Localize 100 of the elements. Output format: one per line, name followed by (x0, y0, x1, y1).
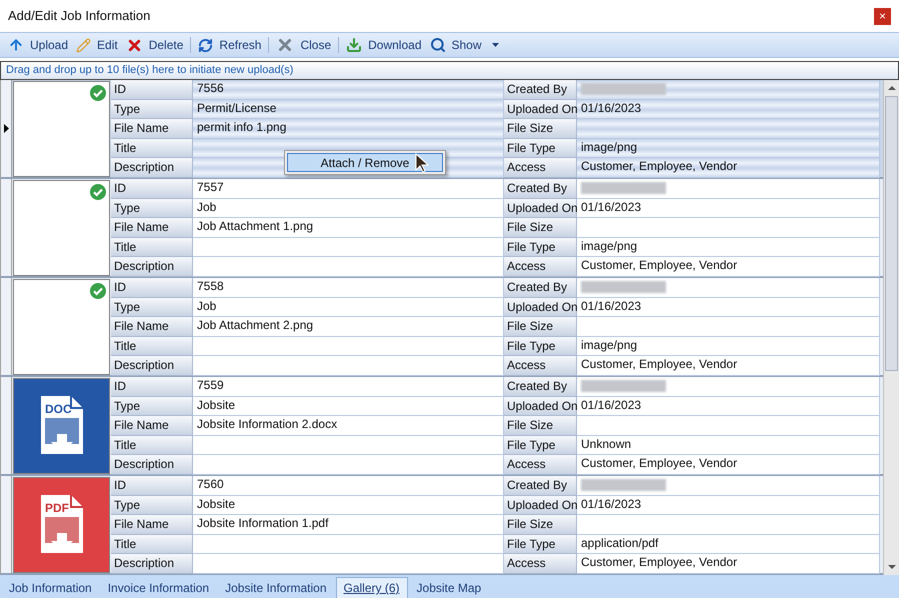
field-label: File Name (111, 515, 193, 535)
field-value: 7559 (193, 377, 504, 397)
field-value: 7557 (193, 179, 504, 199)
tab[interactable]: Gallery (6) (336, 577, 408, 598)
field-value: Jobsite Information 1.pdf (193, 515, 504, 535)
field-label: Title (111, 436, 193, 456)
window-title: Add/Edit Job Information (8, 7, 150, 26)
mouse-pointer-icon (415, 153, 429, 173)
field-value: 01/16/2023 (577, 396, 880, 416)
field-label: File Type (504, 336, 577, 356)
field-label: Title (111, 238, 193, 258)
file-type-label: DOC (45, 403, 72, 415)
x-icon (126, 36, 143, 54)
field-value: 7556 (193, 80, 504, 100)
field-label: File Name (111, 119, 193, 139)
field-value: image/png (577, 336, 880, 356)
record-row[interactable]: DOC ID 7559 Type Jobsite File Name Jobsite Information 2.docx Title Description Created By Uploaded On 01/16/2023 File Size File Type Unknown Access Customer, Employee, Vendor (1, 377, 883, 476)
field-label: Type (111, 298, 193, 318)
scrollbar[interactable] (883, 80, 899, 575)
field-label: File Size (504, 416, 577, 436)
field-label: Uploaded On (504, 396, 577, 416)
field-label: Title (111, 336, 193, 356)
field-label: File Size (504, 317, 577, 337)
toolbar-button[interactable]: Upload (4, 34, 72, 56)
tab[interactable]: Jobsite Map (410, 577, 488, 598)
field-label: File Type (504, 436, 577, 456)
toolbar-button[interactable]: Edit (72, 34, 122, 56)
field-label: Access (504, 455, 577, 475)
context-menu-item[interactable]: Attach / Remove (287, 153, 443, 172)
field-value: image/png (577, 138, 880, 158)
tab[interactable]: Job Information (2, 577, 99, 598)
row-header[interactable] (1, 80, 12, 177)
field-label: Description (111, 257, 193, 277)
toolbar-button[interactable]: Download (342, 34, 426, 56)
field-label: Created By (504, 80, 577, 100)
field-label: File Type (504, 534, 577, 554)
field-value: Jobsite (193, 396, 504, 416)
toolbar-button[interactable]: Show (426, 34, 503, 56)
field-value: Permit/License (193, 100, 504, 120)
field-label: ID (111, 278, 193, 298)
pencil-icon (76, 38, 92, 52)
field-value: 01/16/2023 (577, 100, 880, 120)
field-label: ID (111, 377, 193, 397)
field-label: ID (111, 179, 193, 199)
field-label: ID (111, 476, 193, 496)
field-label: Title (111, 534, 193, 554)
field-label: Title (111, 138, 193, 158)
field-label: File Name (111, 218, 193, 238)
field-label: File Name (111, 317, 193, 337)
field-value: 01/16/2023 (577, 496, 880, 516)
record-row[interactable]: ID 7557 Type Job File Name Job Attachment 1.png Title Description Created By Uploaded On 01/16/2023 File Size File Type image/png Access Customer, Employee, Vendor (1, 179, 883, 278)
check-icon (90, 184, 106, 200)
tab[interactable]: Jobsite Information (218, 577, 334, 598)
toolbar-button[interactable]: Close (272, 34, 336, 56)
field-value: Job (193, 198, 504, 218)
field-value: Customer, Employee, Vendor (577, 554, 880, 574)
field-label: Access (504, 356, 577, 376)
field-value: Customer, Employee, Vendor (577, 257, 880, 277)
field-label: Description (111, 356, 193, 376)
field-value: Job Attachment 2.png (193, 317, 504, 337)
field-label: Created By (504, 179, 577, 199)
close-button[interactable]: × (874, 8, 891, 24)
scroll-thumb[interactable] (885, 96, 898, 371)
field-label: Created By (504, 278, 577, 298)
drop-zone[interactable]: Drag and drop up to 10 file(s) here to initiate new upload(s) (0, 61, 899, 80)
field-label: Type (111, 198, 193, 218)
field-value: 01/16/2023 (577, 198, 880, 218)
field-label: Access (504, 554, 577, 574)
field-label: ID (111, 80, 193, 100)
field-label: File Name (111, 416, 193, 436)
field-label: Uploaded On (504, 100, 577, 120)
field-value: Jobsite (193, 496, 504, 516)
tab[interactable]: Invoice Information (100, 577, 216, 598)
field-value: permit info 1.png (193, 119, 504, 139)
field-label: File Type (504, 138, 577, 158)
field-label: Description (111, 158, 193, 178)
refresh-icon (198, 38, 214, 52)
field-label: Uploaded On (504, 298, 577, 318)
field-label: Type (111, 100, 193, 120)
field-value: 7558 (193, 278, 504, 298)
field-label: Uploaded On (504, 198, 577, 218)
record-row[interactable]: ID 7558 Type Job File Name Job Attachment 2.png Title Description Created By Uploaded On 01/16/2023 File Size File Type image/png Access Customer, Employee, Vendor (1, 278, 883, 377)
field-label: File Type (504, 238, 577, 258)
field-value: Customer, Employee, Vendor (577, 455, 880, 475)
toolbar-button[interactable]: Delete (122, 34, 188, 56)
field-label: Description (111, 455, 193, 475)
row-pointer-icon (4, 124, 8, 133)
field-value: Customer, Employee, Vendor (577, 158, 880, 178)
toolbar-button[interactable]: Refresh (194, 34, 266, 56)
field-label: Created By (504, 377, 577, 397)
field-label: Access (504, 158, 577, 178)
check-icon (90, 85, 106, 101)
field-value: Customer, Employee, Vendor (577, 356, 880, 376)
field-label: Created By (504, 476, 577, 496)
magnifier-icon (430, 37, 446, 53)
check-icon (90, 283, 106, 299)
field-label: Description (111, 554, 193, 574)
record-row[interactable]: PDF ID 7560 Type Jobsite File Name Jobsite Information 1.pdf Title Description Created By Uploaded On 01/16/2023 File Size File Type application/pdf Access Customer, Employee, Vendor (1, 476, 883, 575)
field-value: 7560 (193, 476, 504, 496)
field-label: File Size (504, 218, 577, 238)
